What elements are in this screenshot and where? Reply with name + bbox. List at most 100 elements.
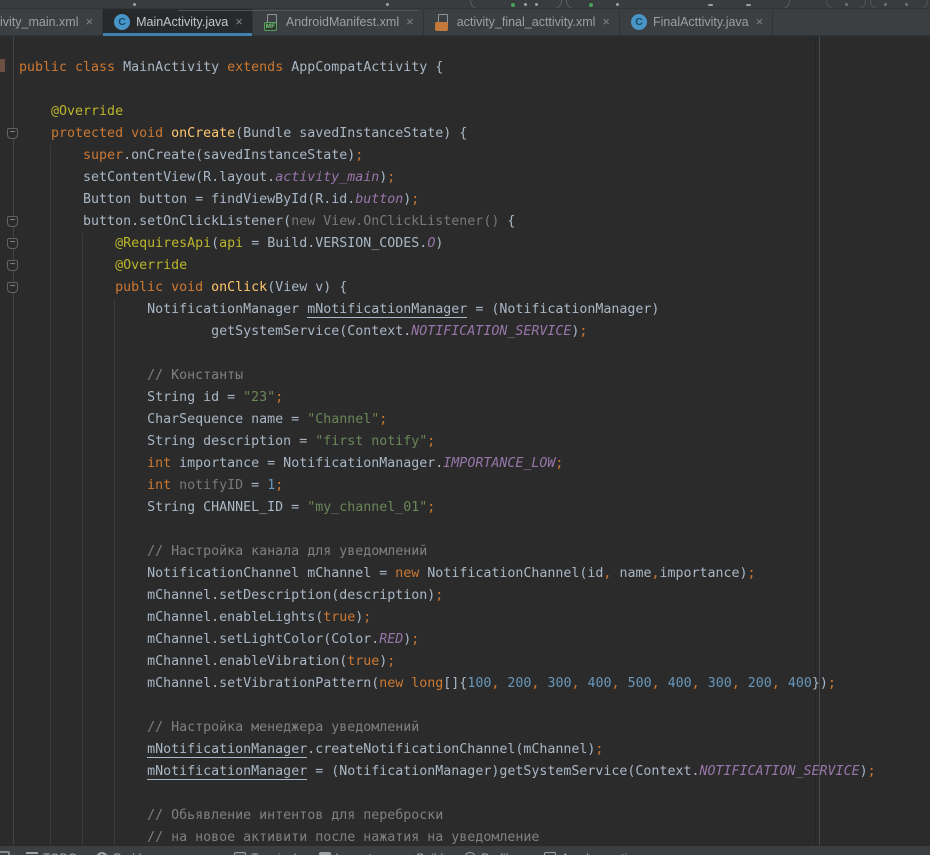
- code-token: .onCreate(savedInstanceState): [123, 148, 355, 163]
- tab-androidmanifest-xml[interactable]: MFAndroidManifest.xml×: [253, 8, 424, 35]
- code-line[interactable]: mNotificationManager = (NotificationMana…: [19, 761, 930, 783]
- code-token: // Константы: [19, 368, 243, 383]
- code-token: mChannel.enableVibration(: [19, 654, 347, 669]
- fold-marker-icon[interactable]: [7, 216, 18, 227]
- tab-ivity_main-xml[interactable]: ivity_main.xml×: [0, 8, 103, 35]
- code-line[interactable]: mChannel.enableVibration(true);: [19, 651, 930, 673]
- code-line[interactable]: int notifyID = 1;: [19, 475, 930, 497]
- android-studio-window: ivity_main.xml×CMainActivity.java×MFAndr…: [0, 0, 930, 855]
- code-token: .createNotificationChannel(mChannel): [307, 742, 595, 757]
- code-line[interactable]: [19, 695, 930, 717]
- code-line[interactable]: mChannel.setVibrationPattern(new long[]{…: [19, 673, 930, 695]
- code-line[interactable]: // Обьявление интентов для переброски: [19, 805, 930, 827]
- code-line[interactable]: // Настройка канала для уведомлений: [19, 541, 930, 563]
- code-token: @Override: [19, 104, 123, 119]
- code-line[interactable]: public class MainActivity extends AppCom…: [19, 57, 930, 79]
- code-token: mNotificationManager: [147, 742, 307, 758]
- code-token: = Build.VERSION_CODES.: [243, 236, 427, 251]
- java-class-icon: C: [114, 14, 130, 30]
- code-line[interactable]: String CHANNEL_ID = "my_channel_01";: [19, 497, 930, 519]
- code-token: public class: [19, 60, 123, 75]
- statusbar-item-problems[interactable]: Problems: [96, 851, 164, 855]
- java-class-icon: C: [631, 14, 647, 30]
- code-line[interactable]: getSystemService(Context.NOTIFICATION_SE…: [19, 321, 930, 343]
- code-line[interactable]: // Настройка менеджера уведомлений: [19, 717, 930, 739]
- run-configuration-widget[interactable]: [566, 0, 790, 9]
- close-icon[interactable]: ×: [602, 17, 610, 27]
- code-line[interactable]: // Константы: [19, 365, 930, 387]
- code-token: mNotificationManager: [147, 764, 307, 780]
- tab-activity_final_acttivity-xml[interactable]: activity_final_acttivity.xml×: [424, 8, 620, 35]
- run-indicator-dot: [589, 3, 593, 7]
- code-line[interactable]: [19, 519, 930, 541]
- code-token: mChannel.setDescription(description): [19, 588, 435, 603]
- code-token: ,: [772, 676, 780, 691]
- code-token: String id =: [19, 390, 243, 405]
- fold-marker-icon[interactable]: [7, 128, 18, 139]
- code-token: ;: [411, 632, 419, 647]
- statusbar-item-label: App Inspection: [561, 851, 640, 855]
- code-line[interactable]: protected void onCreate(Bundle savedInst…: [19, 123, 930, 145]
- code-area[interactable]: public class MainActivity extends AppCom…: [0, 57, 930, 849]
- code-token: 100: [467, 676, 491, 691]
- code-token: button: [355, 192, 403, 207]
- code-token: mChannel.setVibrationPattern(: [19, 676, 379, 691]
- code-line[interactable]: setContentView(R.layout.activity_main);: [19, 167, 930, 189]
- close-icon[interactable]: ×: [406, 17, 414, 27]
- code-line[interactable]: button.setOnClickListener(new View.OnCli…: [19, 211, 930, 233]
- toolwindow-corner-icon[interactable]: [0, 851, 10, 855]
- fold-marker-icon[interactable]: [7, 260, 18, 271]
- code-token: String CHANNEL_ID =: [19, 500, 307, 515]
- statusbar-item-build[interactable]: Build: [400, 851, 444, 855]
- code-token: = (NotificationManager): [467, 302, 659, 317]
- code-line[interactable]: @RequiresApi(api = Build.VERSION_CODES.O…: [19, 233, 930, 255]
- code-token: AppCompatActivity {: [283, 60, 443, 75]
- code-editor[interactable]: public class MainActivity extends AppCom…: [0, 36, 930, 855]
- code-line[interactable]: String id = "23";: [19, 387, 930, 409]
- fold-marker-icon[interactable]: [7, 238, 18, 249]
- toolbar-widget-edge-line: [178, 10, 418, 11]
- code-token: }): [812, 676, 828, 691]
- code-line[interactable]: super.onCreate(savedInstanceState);: [19, 145, 930, 167]
- fold-marker-icon[interactable]: [7, 282, 18, 293]
- code-line[interactable]: mNotificationManager.createNotificationC…: [19, 739, 930, 761]
- close-icon[interactable]: ×: [235, 17, 243, 27]
- code-line[interactable]: [19, 783, 930, 805]
- statusbar-item-todo[interactable]: TODO: [26, 851, 77, 855]
- code-token: ,: [652, 676, 660, 691]
- code-token: ,: [571, 676, 579, 691]
- statusbar-item-profiler[interactable]: Profiler: [464, 851, 519, 855]
- code-token: MainActivity: [123, 60, 227, 75]
- code-token: 500: [628, 676, 652, 691]
- device-selector-widget[interactable]: [470, 0, 562, 9]
- code-token: ;: [828, 676, 836, 691]
- code-line[interactable]: mChannel.setDescription(description);: [19, 585, 930, 607]
- statusbar-item-label: Problems: [113, 851, 164, 855]
- close-icon[interactable]: ×: [756, 17, 764, 27]
- code-line[interactable]: NotificationChannel mChannel = new Notif…: [19, 563, 930, 585]
- code-line[interactable]: [19, 343, 930, 365]
- tab-mainactivity-java[interactable]: CMainActivity.java×: [103, 8, 253, 35]
- code-line[interactable]: CharSequence name = "Channel";: [19, 409, 930, 431]
- code-line[interactable]: NotificationManager mNotificationManager…: [19, 299, 930, 321]
- code-line[interactable]: int importance = NotificationManager.IMP…: [19, 453, 930, 475]
- code-line[interactable]: [19, 79, 930, 101]
- toolbar-dot: [905, 3, 908, 6]
- toolbar-dot: [845, 3, 848, 6]
- toolbar-button-group[interactable]: [870, 0, 928, 9]
- code-line[interactable]: @Override: [19, 101, 930, 123]
- close-icon[interactable]: ×: [86, 17, 94, 27]
- code-token: ,: [732, 676, 740, 691]
- code-line[interactable]: mChannel.enableLights(true);: [19, 607, 930, 629]
- code-token: ;: [579, 324, 587, 339]
- code-line[interactable]: String description = "first notify";: [19, 431, 930, 453]
- code-line[interactable]: mChannel.setLightColor(Color.RED);: [19, 629, 930, 651]
- code-line[interactable]: Button button = findViewById(R.id.button…: [19, 189, 930, 211]
- statusbar-item-logcat[interactable]: Logcat: [319, 851, 372, 855]
- statusbar-item-app-inspection[interactable]: App Inspection: [544, 851, 640, 855]
- tab-finalacttivity-java[interactable]: CFinalActtivity.java×: [620, 8, 773, 35]
- code-token: @RequiresApi: [19, 236, 211, 251]
- code-line[interactable]: @Override: [19, 255, 930, 277]
- statusbar-item-terminal[interactable]: Terminal: [234, 851, 296, 855]
- code-line[interactable]: public void onClick(View v) {: [19, 277, 930, 299]
